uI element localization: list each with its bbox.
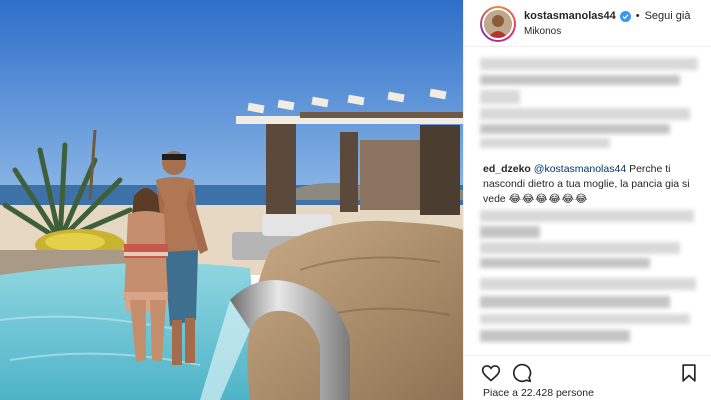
post-header: kostasmanolas44 • Segui già Mikonos	[464, 0, 711, 47]
comment-mention-link[interactable]: @kostasmanolas44	[534, 163, 626, 175]
post-photo[interactable]	[0, 0, 463, 400]
username-link[interactable]: kostasmanolas44	[524, 10, 616, 22]
user-line: kostasmanolas44 • Segui già	[524, 10, 690, 22]
comment-item: ed_dzeko @kostasmanolas44 Perche ti nasc…	[483, 162, 705, 207]
location-link[interactable]: Mikonos	[524, 26, 561, 37]
post-actions	[464, 355, 711, 385]
following-button[interactable]: Segui già	[645, 10, 691, 22]
comment-emojis: 😂😂😂😂😂😂	[508, 193, 589, 205]
comment-icon[interactable]	[512, 363, 532, 383]
comment-author-link[interactable]: ed_dzeko	[483, 163, 531, 175]
avatar[interactable]	[480, 6, 516, 42]
post-sidebar: kostasmanolas44 • Segui già Mikonos ed_d…	[463, 0, 711, 400]
likes-count[interactable]: Piace a 22.428 persone	[483, 387, 594, 399]
instagram-post: kostasmanolas44 • Segui già Mikonos ed_d…	[0, 0, 711, 400]
post-image	[0, 0, 463, 400]
separator-dot: •	[635, 10, 640, 22]
avatar-image	[482, 8, 514, 40]
bookmark-icon[interactable]	[679, 363, 699, 383]
verified-badge-icon	[619, 10, 631, 22]
heart-icon[interactable]	[481, 363, 501, 383]
